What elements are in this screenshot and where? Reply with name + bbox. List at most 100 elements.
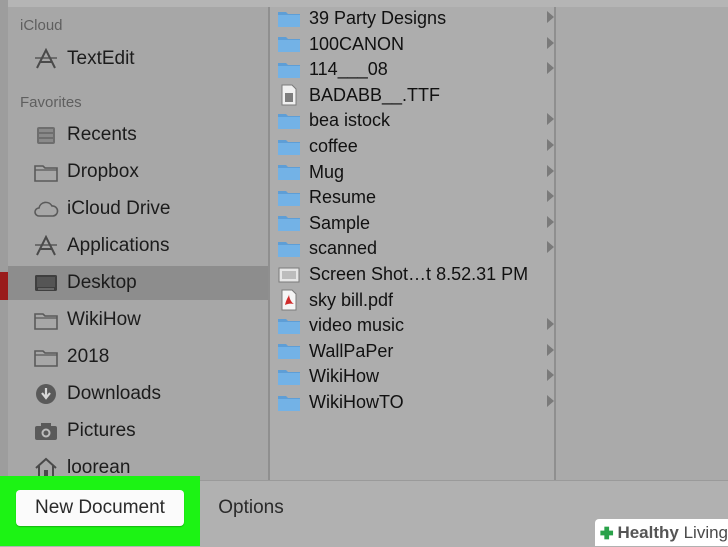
blue-folder-icon (277, 60, 301, 80)
file-row[interactable]: sky bill.pdf (270, 288, 554, 313)
blue-folder-icon (277, 239, 301, 259)
pdf-file-icon (277, 289, 301, 311)
blue-folder-icon (277, 111, 301, 131)
sidebar-item-downloads[interactable]: Downloads (8, 377, 268, 411)
sidebar-item-textedit[interactable]: TextEdit (8, 42, 268, 76)
textedit-icon (33, 48, 59, 70)
image-file-icon (277, 265, 301, 285)
file-name: scanned (309, 238, 378, 259)
file-name: BADABB__.TTF (309, 84, 441, 105)
folder-row[interactable]: Resume (270, 185, 554, 210)
folder-row[interactable]: Sample (270, 211, 554, 236)
file-name: 114___08 (309, 59, 388, 80)
file-name: 100CANON (309, 33, 405, 54)
sidebar-item-label: Pictures (67, 420, 136, 441)
chevron-right-icon (547, 241, 554, 254)
chevron-right-icon (547, 369, 554, 382)
blue-folder-icon (277, 162, 301, 182)
blue-folder-icon (277, 34, 301, 54)
folder-row[interactable]: Mug (270, 160, 554, 185)
folder-row[interactable]: bea istock (270, 108, 554, 133)
sidebar-item-label: Recents (67, 124, 137, 145)
icloud-section-header: iCloud (20, 17, 63, 34)
blue-folder-icon (277, 341, 301, 361)
folder-row[interactable]: video music (270, 313, 554, 338)
sidebar-item-wikihow[interactable]: WikiHow (8, 303, 268, 337)
sidebar-item-desktop[interactable]: Desktop (8, 266, 268, 300)
sidebar-item-2018[interactable]: 2018 (8, 340, 268, 374)
blue-folder-icon (277, 367, 301, 387)
options-button[interactable]: Options (202, 490, 300, 526)
file-name: 39 Party Designs (309, 8, 447, 28)
chevron-right-icon (547, 139, 554, 151)
file-name: Mug (309, 161, 345, 182)
folder-row[interactable]: WallPaPer (270, 339, 554, 364)
sidebar-item-applications[interactable]: Applications (8, 229, 268, 263)
new-document-button[interactable]: New Document (16, 490, 184, 526)
open-dialog: iCloud Favorites TextEdit Recents Dropbox i… (0, 0, 728, 547)
sidebar-item-recents[interactable]: Recents (8, 118, 268, 152)
chevron-right-icon (547, 113, 554, 126)
blue-folder-icon (277, 137, 301, 157)
sidebar-item-pictures[interactable]: Pictures (8, 414, 268, 448)
applications-icon (33, 235, 59, 257)
file-row[interactable]: BADABB__.TTF (270, 83, 554, 108)
window-left-edge (0, 0, 8, 480)
sidebar-item-label: WikiHow (67, 309, 141, 330)
plus-icon (600, 526, 614, 539)
file-name: WikiHow (309, 366, 379, 387)
chevron-right-icon (547, 11, 554, 23)
watermark-text: Healthy Living (617, 522, 728, 542)
folder-row[interactable]: scanned (270, 236, 554, 261)
folder-row[interactable]: coffee (270, 134, 554, 159)
selection-marker (0, 272, 8, 300)
sidebar-item-label: Downloads (67, 383, 161, 404)
sidebar-item-label: Desktop (67, 272, 137, 293)
chevron-right-icon (547, 164, 554, 177)
chevron-right-icon (547, 215, 554, 228)
folder-icon (33, 309, 59, 331)
file-list-column: 39 Party Designs 100CANON 114___08 BADABB__… (270, 7, 554, 480)
file-name: Sample (309, 212, 371, 233)
file-name: sky bill.pdf (309, 289, 394, 310)
blue-folder-icon (277, 316, 301, 336)
chevron-right-icon (547, 36, 554, 49)
folder-row[interactable]: 114___08 (270, 57, 554, 82)
file-row[interactable]: Screen Shot…t 8.52.31 PM (270, 262, 554, 287)
folder-row[interactable]: 100CANON (270, 32, 554, 57)
chevron-right-icon (547, 395, 554, 407)
favorites-section-header: Favorites (20, 94, 82, 111)
chevron-right-icon (547, 343, 554, 356)
folder-icon (33, 161, 59, 183)
desktop-icon (33, 272, 59, 294)
camera-icon (33, 420, 59, 442)
sidebar-item-icloud-drive[interactable]: iCloud Drive (8, 192, 268, 226)
file-name: Screen Shot…t 8.52.31 PM (309, 264, 529, 284)
sidebar-item-label: 2018 (67, 346, 110, 367)
file-name: WikiHowTO (309, 392, 404, 412)
blue-folder-icon (277, 9, 301, 29)
cloud-icon (33, 198, 59, 220)
blue-folder-icon (277, 393, 301, 413)
folder-row[interactable]: WikiHow (270, 364, 554, 389)
file-name: bea istock (309, 110, 391, 131)
folder-row[interactable]: 39 Party Designs (270, 6, 554, 31)
preview-column (556, 7, 728, 480)
folder-icon (33, 346, 59, 368)
file-name: video music (309, 315, 405, 336)
sidebar-item-label: TextEdit (67, 48, 135, 69)
font-file-icon (277, 84, 301, 106)
sidebar-item-label: Dropbox (67, 161, 139, 182)
blue-folder-icon (277, 188, 301, 208)
folder-row[interactable]: WikiHowTO (270, 390, 554, 415)
file-name: coffee (309, 136, 358, 156)
sidebar-item-label: iCloud Drive (67, 198, 171, 219)
chevron-right-icon (547, 62, 554, 75)
file-name: Resume (309, 187, 377, 208)
file-name: WallPaPer (309, 340, 394, 361)
sidebar-item-label: Applications (67, 235, 170, 256)
chevron-right-icon (547, 318, 554, 331)
blue-folder-icon (277, 213, 301, 233)
sidebar-item-dropbox[interactable]: Dropbox (8, 155, 268, 189)
chevron-right-icon (547, 190, 554, 203)
